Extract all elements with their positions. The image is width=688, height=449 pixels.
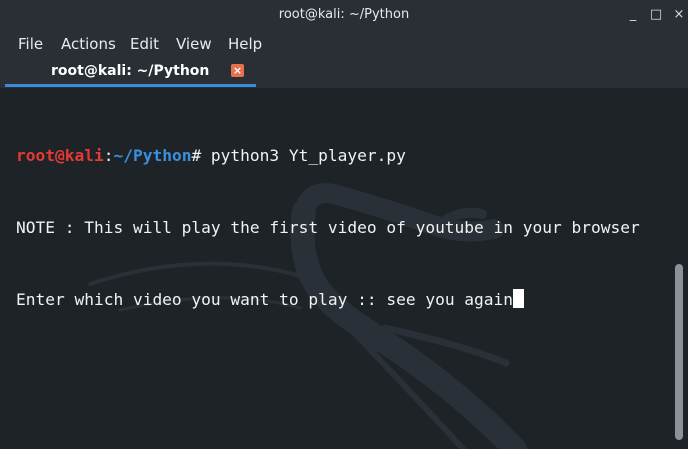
menu-file[interactable]: File <box>18 30 43 58</box>
maximize-button[interactable]: □ <box>645 0 667 30</box>
input-value: see you again <box>386 290 514 309</box>
close-icon: × <box>232 64 243 77</box>
tab-bar: root@kali: ~/Python × <box>0 58 688 88</box>
window-title: root@kali: ~/Python <box>278 7 410 22</box>
menu-edit[interactable]: Edit <box>130 30 159 58</box>
text-cursor <box>513 289 525 308</box>
prompt-user-host: root@kali <box>16 146 104 165</box>
tab-label: root@kali: ~/Python <box>51 63 210 79</box>
prompt-symbol: # <box>191 146 202 165</box>
command-line: root@kali:~/Python# python3 Yt_player.py <box>16 144 640 168</box>
scrollbar[interactable] <box>672 88 688 449</box>
terminal-text: root@kali:~/Python# python3 Yt_player.py… <box>16 96 640 360</box>
terminal-window: root@kali: ~/Python _ □ × File Actions E… <box>0 0 688 449</box>
command-text: python3 Yt_player.py <box>201 146 406 165</box>
scrollbar-thumb[interactable] <box>675 264 683 440</box>
active-tab-indicator <box>5 84 256 87</box>
menu-help[interactable]: Help <box>228 30 262 58</box>
output-line: NOTE : This will play the first video of… <box>16 218 640 237</box>
prompt-path: ~/Python <box>113 146 192 165</box>
close-window-button[interactable]: × <box>668 0 688 30</box>
tab-close-button[interactable]: × <box>231 64 244 77</box>
minimize-button[interactable]: _ <box>622 0 644 30</box>
title-bar: root@kali: ~/Python _ □ × <box>0 0 688 30</box>
prompt-separator: : <box>103 146 114 165</box>
menu-bar: File Actions Edit View Help <box>0 30 688 58</box>
input-prompt: Enter which video you want to play :: <box>16 290 387 309</box>
input-line: Enter which video you want to play :: se… <box>16 288 640 312</box>
tab-terminal[interactable]: root@kali: ~/Python × <box>5 58 256 88</box>
menu-view[interactable]: View <box>176 30 212 58</box>
terminal-output-area[interactable]: root@kali:~/Python# python3 Yt_player.py… <box>0 88 688 449</box>
menu-actions[interactable]: Actions <box>61 30 116 58</box>
